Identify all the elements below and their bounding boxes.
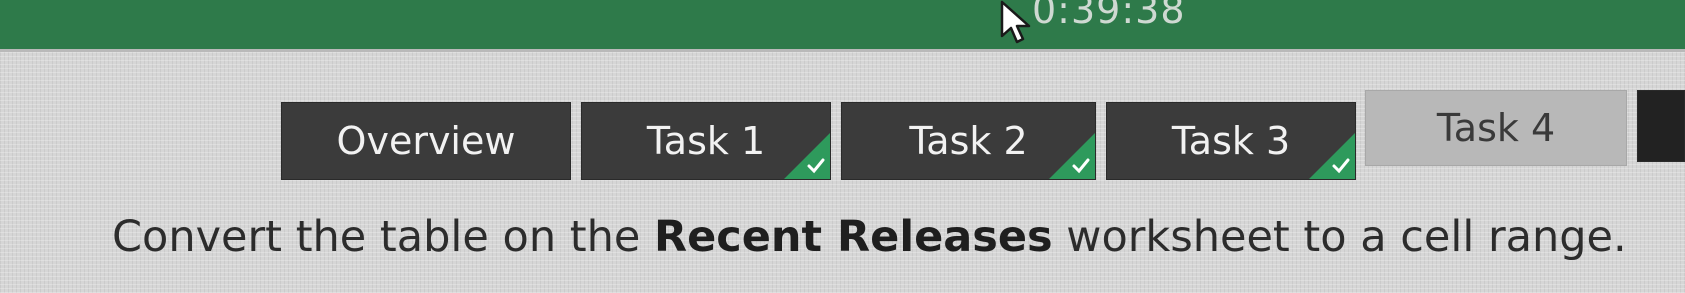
check-icon	[784, 133, 830, 179]
title-bar: 0:39:38	[0, 0, 1685, 52]
instruction-text-end: worksheet to a cell range.	[1052, 212, 1627, 262]
exam-timer: 0:39:38	[1032, 0, 1186, 32]
tab-task-2[interactable]: Task 2	[841, 102, 1096, 180]
tab-task-3[interactable]: Task 3	[1106, 102, 1356, 180]
worksheet-name: Recent Releases	[653, 212, 1053, 262]
tab-overview[interactable]: Overview	[281, 102, 571, 180]
tab-label: Overview	[336, 119, 516, 163]
task-panel: Overview Task 1 Task 2 Task 3 Task 4 Con…	[0, 52, 1685, 293]
instruction-text: Convert the table on the	[112, 212, 654, 262]
check-icon	[1309, 133, 1355, 179]
tab-label: Task 2	[909, 119, 1028, 163]
tab-task-1[interactable]: Task 1	[581, 102, 831, 180]
task-instruction: Convert the table on the Recent Releases…	[112, 212, 1627, 262]
tab-label: Task 3	[1171, 119, 1291, 163]
check-icon	[1049, 133, 1095, 179]
tab-label: Task 4	[1436, 106, 1556, 150]
mouse-cursor-icon	[1000, 0, 1031, 44]
tab-label: Task 1	[646, 119, 766, 163]
tab-next-partial[interactable]	[1637, 90, 1685, 162]
tab-task-4[interactable]: Task 4	[1365, 90, 1627, 166]
